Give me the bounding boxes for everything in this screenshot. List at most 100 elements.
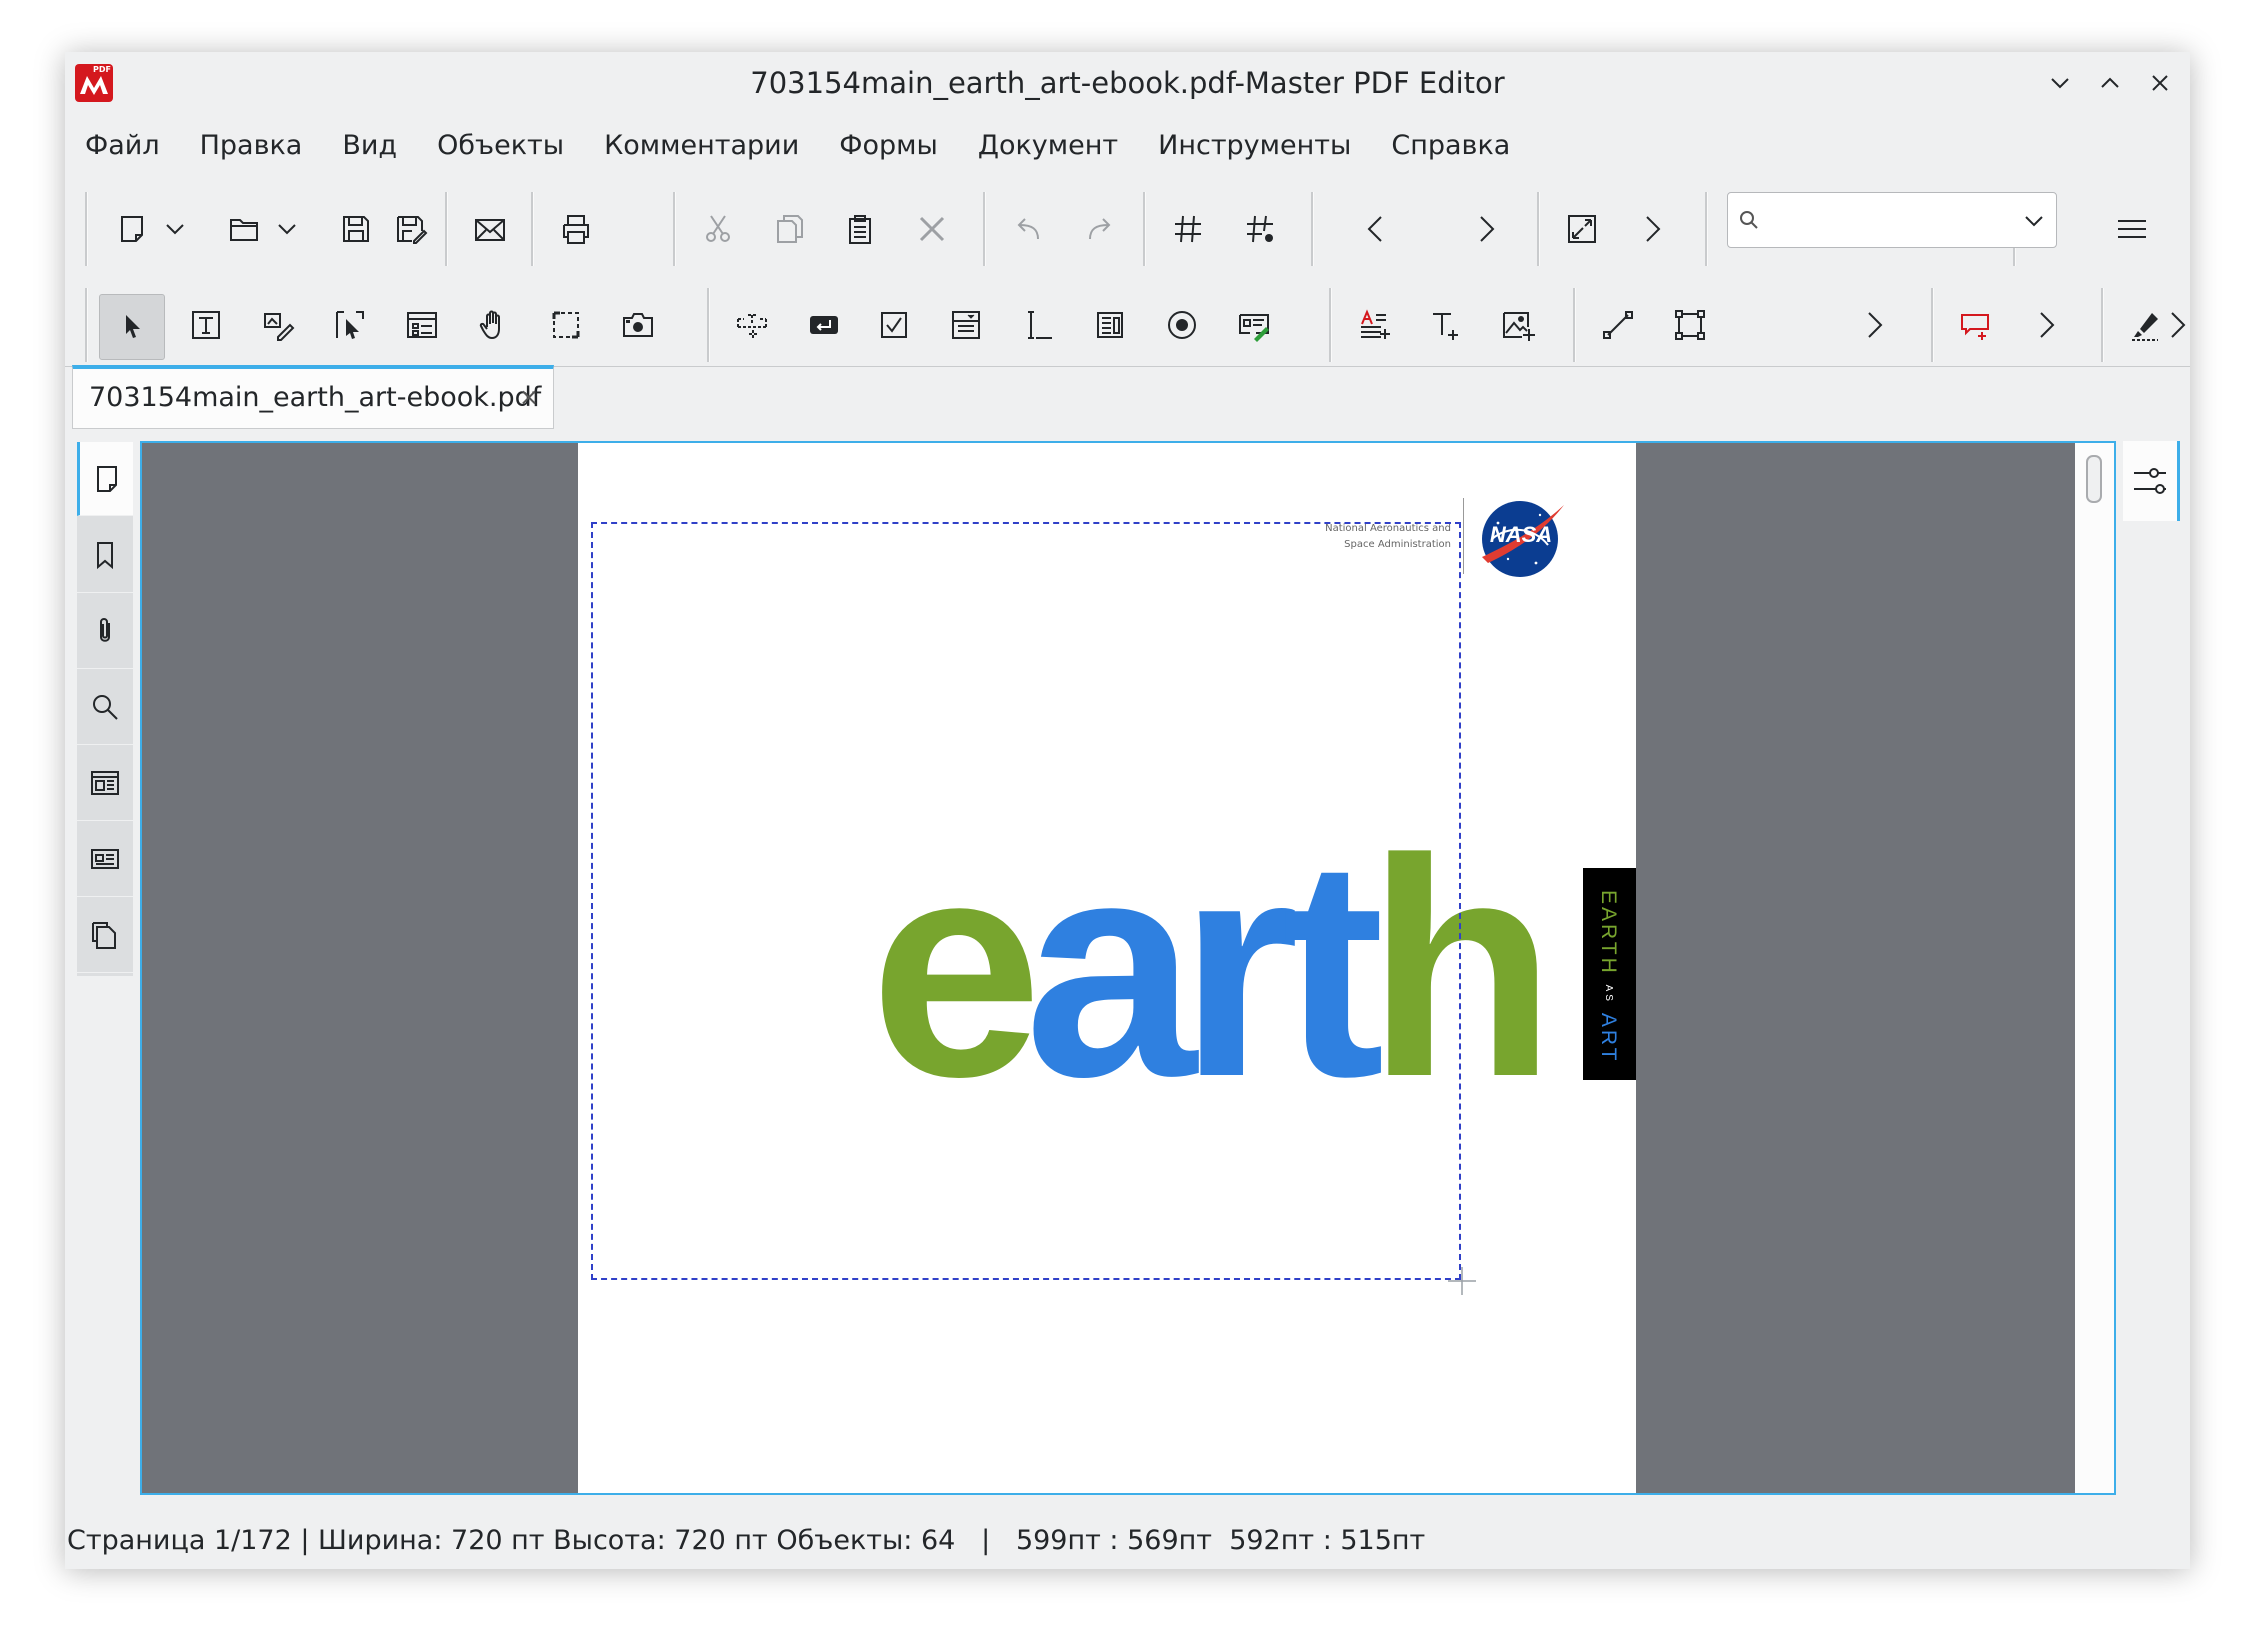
list-box-tool-button[interactable] [1009,294,1067,356]
hamburger-menu-button[interactable] [2103,198,2161,260]
toolbar-more-button[interactable] [1623,198,1681,260]
signature-field-tool-button[interactable] [1225,294,1283,356]
pages-panel-button[interactable] [77,442,133,516]
pages-thumbnails-button[interactable] [77,898,133,973]
hand-icon [479,310,500,340]
vertical-scrollbar[interactable] [2075,443,2114,1493]
hash-icon [1175,215,1201,243]
print-button[interactable] [547,198,605,260]
hand-tool-button[interactable] [465,294,523,356]
menu-view[interactable]: Вид [322,118,417,174]
side-panel [77,442,133,976]
maximize-button[interactable] [2090,64,2130,102]
save-button[interactable] [327,198,385,260]
status-size: Ширина: 720 пт Высота: 720 пт [318,1525,768,1556]
select-tool-button[interactable] [99,294,165,360]
edit-objects-tool-button[interactable] [393,294,451,356]
list-field-icon [1097,312,1123,338]
line-tool-button[interactable] [1589,294,1647,356]
menu-file[interactable]: Файл [65,118,180,174]
text-field-tool-button[interactable] [723,294,781,356]
checkbox-tool-button[interactable] [865,294,923,356]
add-image-button[interactable] [1489,294,1547,356]
minimize-button[interactable] [2040,64,2080,102]
save-icon [343,216,369,242]
copy-button[interactable] [761,198,819,260]
menu-edit[interactable]: Правка [180,118,323,174]
side-label-part: AS [1603,984,1614,1004]
new-document-button[interactable] [103,198,161,260]
enter-button-icon [810,316,838,334]
snap-grid-icon [1247,215,1273,243]
menu-forms[interactable]: Формы [819,118,958,174]
toolbar-separator [1143,192,1146,266]
rectangle-tool-button[interactable] [1661,294,1719,356]
close-tab-icon[interactable]: × [519,383,539,411]
add-text-comment-button[interactable] [1345,294,1403,356]
tools-toolbar [65,278,2190,374]
close-window-button[interactable] [2140,64,2180,102]
save-as-button[interactable] [381,198,439,260]
bookmarks-panel-button[interactable] [77,518,133,593]
menu-document[interactable]: Документ [958,118,1138,174]
search-box[interactable] [1727,192,2057,248]
undo-button[interactable] [999,198,1057,260]
snap-to-grid-button[interactable] [1231,198,1289,260]
menu-comments[interactable]: Комментарии [584,118,819,174]
chevron-left-icon [1367,216,1382,242]
delete-button[interactable] [903,198,961,260]
email-button[interactable] [461,198,519,260]
scrollbar-thumb[interactable] [2086,455,2102,503]
toolbar-separator [1311,192,1314,266]
edit-object-icon [264,313,295,341]
add-text-button[interactable] [1417,294,1475,356]
close-icon [2152,75,2168,91]
markup-toolbar-more-button[interactable] [2159,294,2195,356]
chevron-down-icon[interactable] [2022,209,2046,233]
text-cursor-icon [1028,311,1052,339]
menu-tools[interactable]: Инструменты [1138,118,1371,174]
properties-panel-toggle[interactable] [2123,441,2180,521]
search-input[interactable] [1768,203,2002,239]
cut-button[interactable] [689,198,747,260]
fit-page-button[interactable] [1553,198,1611,260]
selection-rectangle[interactable] [591,522,1461,1280]
objects-toolbar-more-button[interactable] [1845,294,1903,356]
previous-page-button[interactable] [1347,198,1405,260]
document-viewport[interactable]: National Aeronautics and Space Administr… [140,441,2116,1495]
add-image-icon [1503,312,1535,341]
signatures-panel-button[interactable] [77,822,133,897]
open-dropdown[interactable] [269,198,305,260]
button-field-tool-button[interactable] [795,294,853,356]
paste-button[interactable] [831,198,889,260]
combo-box-tool-button[interactable] [937,294,995,356]
menu-help[interactable]: Справка [1371,118,1530,174]
snapshot-tool-button[interactable] [609,294,667,356]
edit-forms-tool-button[interactable] [321,294,379,356]
new-document-dropdown[interactable] [157,198,193,260]
new-document-icon [121,216,143,242]
crop-select-tool-button[interactable] [537,294,595,356]
search-panel-button[interactable] [77,670,133,745]
text-markup-icon [1361,309,1390,339]
add-text-icon [1433,313,1458,340]
signature-icon [1239,314,1269,342]
layers-panel-button[interactable] [77,746,133,821]
list-tool-button[interactable] [1081,294,1139,356]
toolbar-grip [85,288,88,362]
open-button[interactable] [215,198,273,260]
grid-button[interactable] [1159,198,1217,260]
comments-toolbar-more-button[interactable] [2017,294,2075,356]
toolbar-separator [2101,288,2104,362]
add-comment-button[interactable] [1947,294,2005,356]
next-page-button[interactable] [1457,198,1515,260]
edit-image-tool-button[interactable] [249,294,307,356]
edit-text-tool-button[interactable] [177,294,235,356]
document-tab[interactable]: 703154main_earth_art-ebook.pdf × [72,365,554,429]
radio-button-tool-button[interactable] [1153,294,1211,356]
redo-button[interactable] [1071,198,1129,260]
toolbar-separator [1329,288,1332,362]
menu-objects[interactable]: Объекты [417,118,584,174]
attachments-panel-button[interactable] [77,594,133,669]
undo-icon [1017,218,1039,240]
